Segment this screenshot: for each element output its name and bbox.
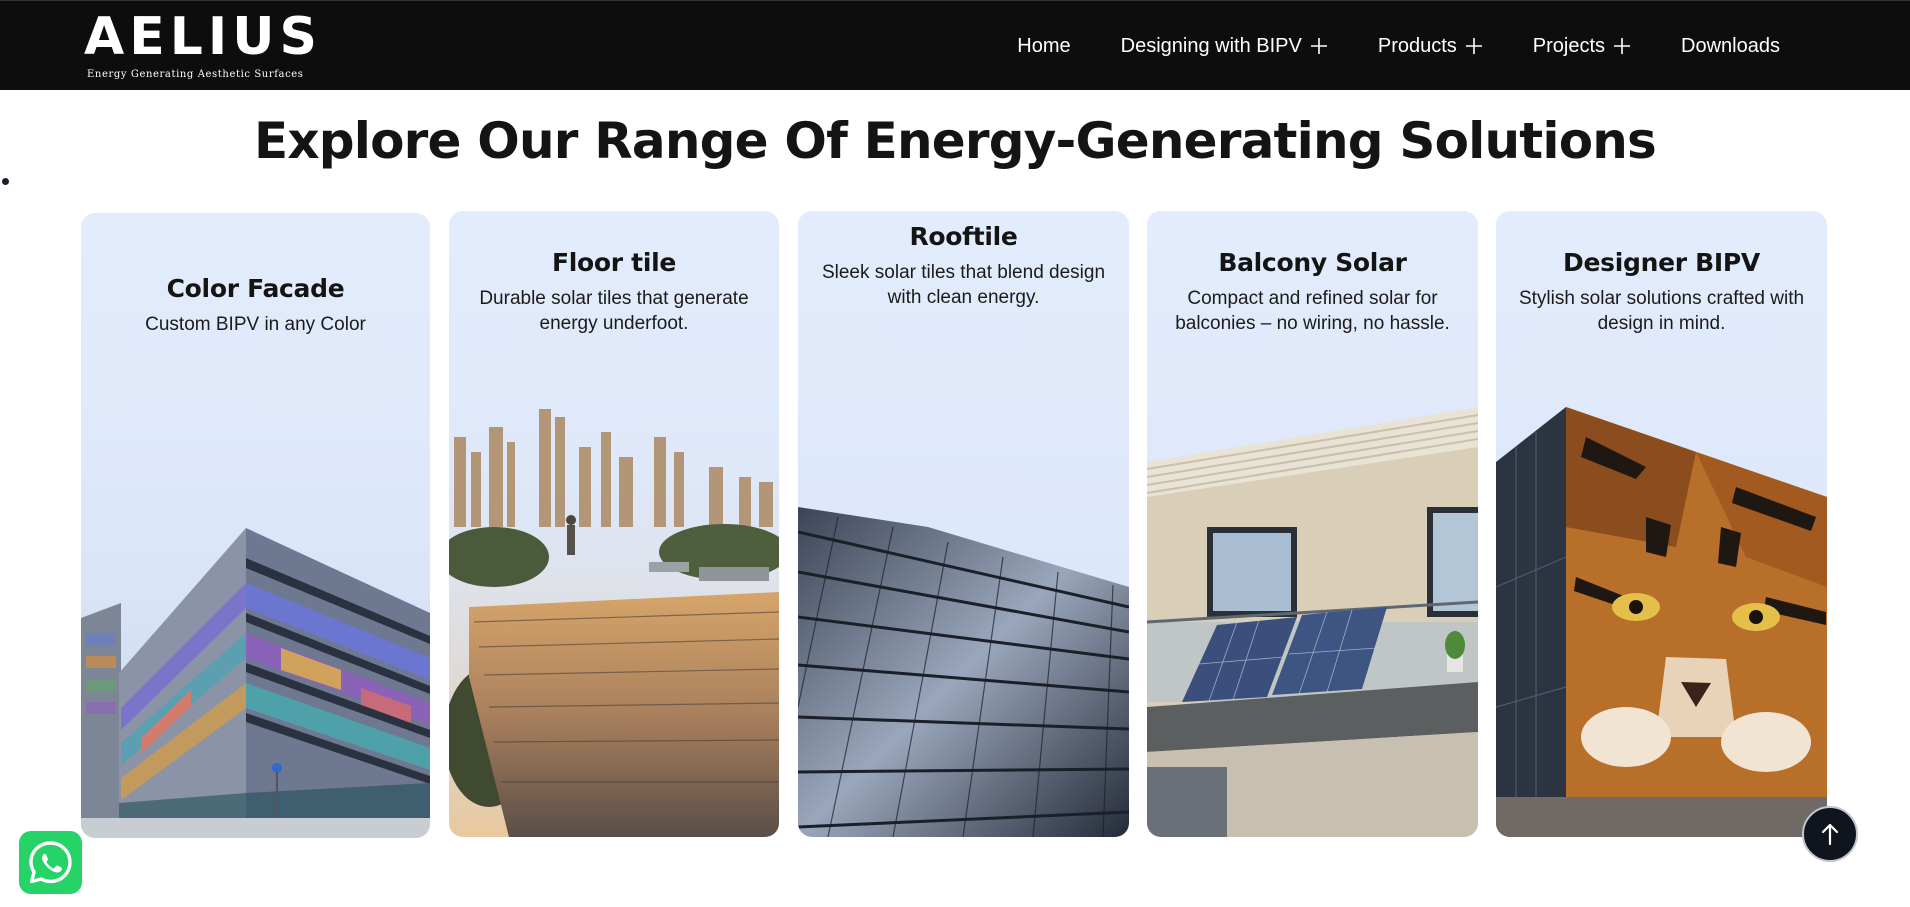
card-text: Color Facade Custom BIPV in any Color [81, 274, 430, 337]
plus-icon[interactable] [1465, 37, 1483, 55]
nav-products[interactable]: Products [1378, 35, 1483, 58]
solar-rooftile-image [798, 507, 1129, 837]
card-description: Sleek solar tiles that blend design with… [821, 262, 1106, 308]
bullet-dot [2, 178, 9, 185]
card-text: Floor tile Durable solar tiles that gene… [449, 248, 779, 336]
nav-home[interactable]: Home [1017, 35, 1070, 58]
card-text: Rooftile Sleek solar tiles that blend de… [798, 222, 1129, 310]
card-title: Color Facade [166, 274, 345, 303]
aelius-logo[interactable]: AELIUS Energy Generating Aesthetic Surfa… [84, 7, 317, 85]
nav-designing-label: Designing with BIPV [1120, 34, 1302, 57]
floor-tile-rooftop-image [449, 407, 779, 837]
plus-icon[interactable] [1613, 37, 1631, 55]
card-description: Stylish solar solutions crafted with des… [1518, 288, 1805, 334]
card-title: Rooftile [909, 222, 1018, 251]
main-nav: Home Designing with BIPV Products Projec… [967, 1, 1780, 91]
logo-tagline: Energy Generating Aesthetic Surfaces [87, 69, 304, 80]
arrow-up-icon [1821, 823, 1839, 846]
nav-home-label: Home [1017, 34, 1071, 57]
card-text: Designer BIPV Stylish solar solutions cr… [1496, 248, 1827, 336]
logo-wordmark: AELIUS [84, 7, 322, 67]
product-card-balcony-solar[interactable]: Balcony Solar Compact and refined solar … [1147, 211, 1478, 837]
nav-projects-label: Projects [1532, 34, 1606, 57]
balcony-solar-panel-image [1147, 407, 1478, 837]
site-header: AELIUS Energy Generating Aesthetic Surfa… [0, 0, 1910, 90]
card-description: Custom BIPV in any Color [145, 314, 366, 335]
nav-downloads[interactable]: Downloads [1681, 35, 1780, 58]
tiger-mural-building-image [1496, 407, 1827, 837]
plus-icon[interactable] [1310, 37, 1328, 55]
whatsapp-button[interactable] [19, 831, 82, 894]
page-title: Explore Our Range Of Energy-Generating S… [253, 112, 1657, 170]
card-title: Designer BIPV [1563, 248, 1760, 277]
nav-designing-with-bipv[interactable]: Designing with BIPV [1121, 35, 1328, 58]
product-card-rooftile[interactable]: Rooftile Sleek solar tiles that blend de… [798, 211, 1129, 837]
card-title: Balcony Solar [1218, 248, 1407, 277]
nav-products-label: Products [1377, 34, 1457, 57]
card-description: Compact and refined solar for balconies … [1175, 288, 1450, 334]
card-description: Durable solar tiles that generate energy… [479, 288, 749, 334]
nav-downloads-label: Downloads [1681, 34, 1780, 57]
card-text: Balcony Solar Compact and refined solar … [1147, 248, 1478, 336]
whatsapp-icon [29, 841, 72, 884]
nav-projects[interactable]: Projects [1533, 35, 1631, 58]
product-card-designer-bipv[interactable]: Designer BIPV Stylish solar solutions cr… [1496, 211, 1827, 837]
product-card-floor-tile[interactable]: Floor tile Durable solar tiles that gene… [449, 211, 779, 837]
scroll-to-top-button[interactable] [1802, 806, 1858, 862]
product-card-color-facade[interactable]: Color Facade Custom BIPV in any Color [81, 213, 430, 838]
card-title: Floor tile [551, 248, 677, 277]
color-facade-building-image [81, 408, 430, 838]
